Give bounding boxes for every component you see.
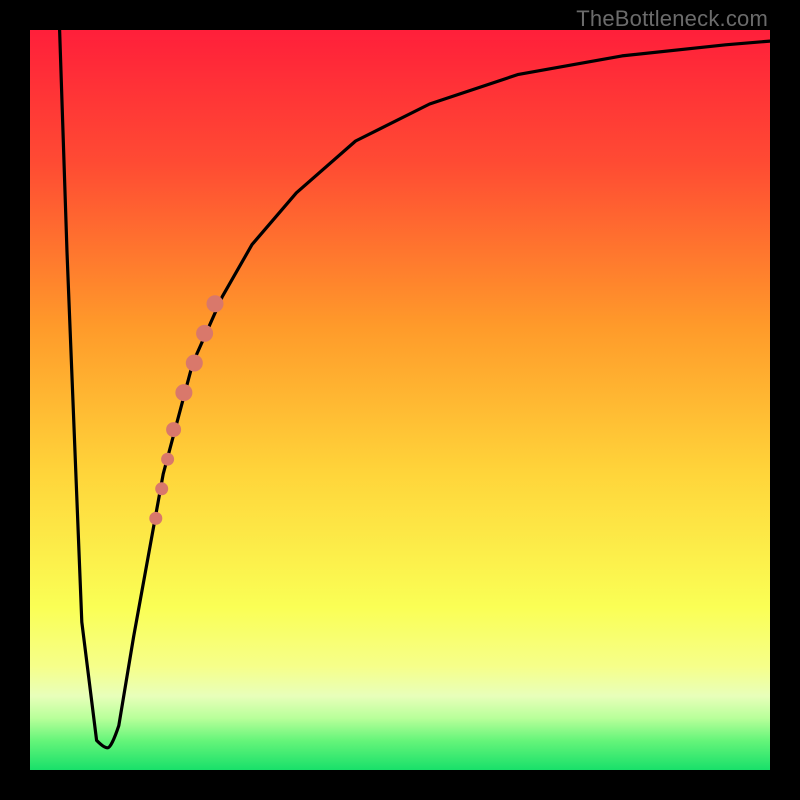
plot-area — [30, 30, 770, 770]
outer-frame: TheBottleneck.com — [0, 0, 800, 800]
marker-dot — [197, 325, 213, 341]
marker-dot — [207, 296, 223, 312]
watermark-text: TheBottleneck.com — [576, 6, 768, 32]
bottleneck-curve — [60, 30, 770, 748]
marker-dot — [176, 385, 192, 401]
marker-dot — [150, 512, 162, 524]
marker-dot — [156, 483, 168, 495]
chart-svg — [30, 30, 770, 770]
marker-dot — [162, 453, 174, 465]
marker-dot — [186, 355, 202, 371]
highlight-markers — [150, 296, 223, 525]
marker-dot — [167, 423, 181, 437]
